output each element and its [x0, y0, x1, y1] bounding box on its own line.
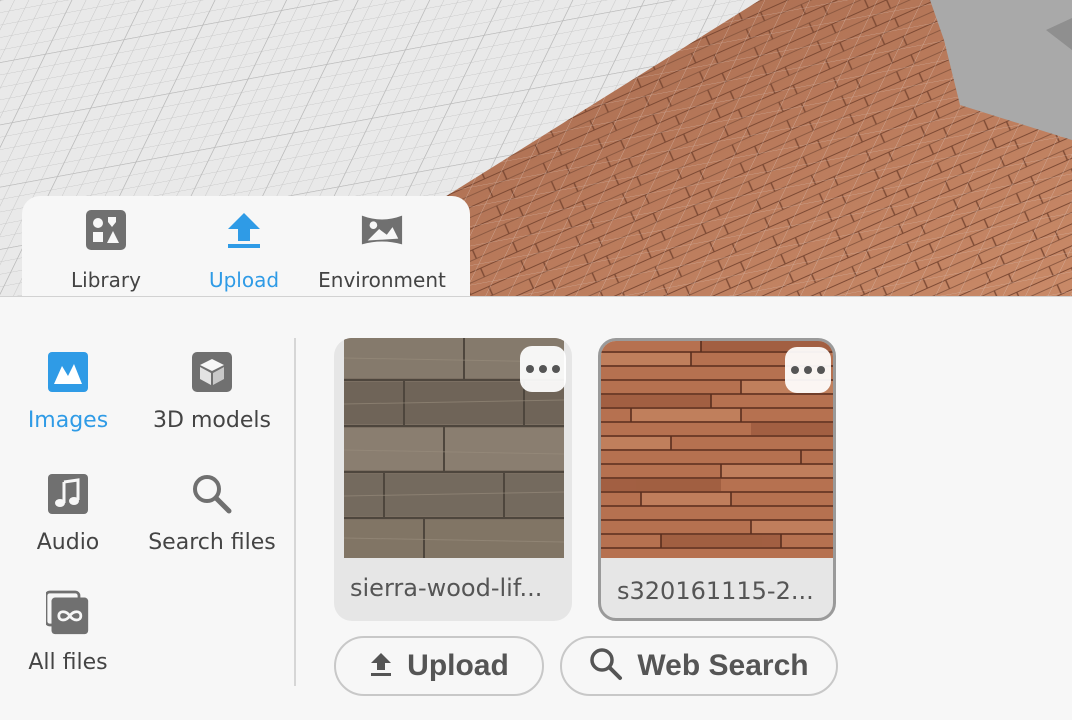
category-3d-models-label: 3D models [153, 408, 271, 433]
category-audio[interactable]: Audio [0, 472, 138, 555]
tab-environment-label: Environment [318, 268, 446, 292]
category-all-files-label: All files [28, 650, 108, 675]
tab-library[interactable]: Library [36, 208, 176, 298]
category-search-files-label: Search files [148, 530, 276, 555]
landscape-icon [360, 208, 404, 252]
upload-button-label: Upload [407, 649, 509, 682]
asset-card-red-wood[interactable]: s320161115-2... [598, 338, 836, 621]
category-search-files[interactable]: Search files [142, 472, 282, 555]
search-icon [589, 647, 623, 685]
tab-library-label: Library [71, 268, 141, 292]
tab-environment[interactable]: Environment [312, 208, 452, 298]
web-search-button[interactable]: Web Search [560, 636, 838, 696]
search-icon [190, 472, 234, 516]
upload-button[interactable]: Upload [334, 636, 544, 696]
music-note-icon [46, 472, 90, 516]
image-icon [46, 350, 90, 394]
shapes-icon [84, 208, 128, 252]
upload-arrow-icon [369, 651, 393, 681]
cube-icon [190, 350, 234, 394]
asset-more-options-button[interactable] [520, 346, 566, 392]
asset-more-options-button[interactable] [785, 347, 831, 393]
upload-arrow-icon [222, 208, 266, 252]
web-search-button-label: Web Search [637, 649, 809, 682]
category-images-label: Images [27, 408, 109, 433]
asset-card-grey-wood[interactable]: sierra-wood-lif... [334, 338, 572, 621]
asset-name: s320161115-2... [617, 577, 814, 605]
asset-name: sierra-wood-lif... [350, 574, 543, 602]
infinity-icon [46, 590, 90, 636]
category-all-files[interactable]: All files [0, 590, 138, 675]
tab-upload[interactable]: Upload [174, 208, 314, 298]
category-audio-label: Audio [36, 530, 100, 555]
category-3d-models[interactable]: 3D models [142, 350, 282, 433]
tab-upload-label: Upload [208, 268, 280, 292]
category-images[interactable]: Images [0, 350, 138, 433]
panel-divider [294, 338, 296, 686]
